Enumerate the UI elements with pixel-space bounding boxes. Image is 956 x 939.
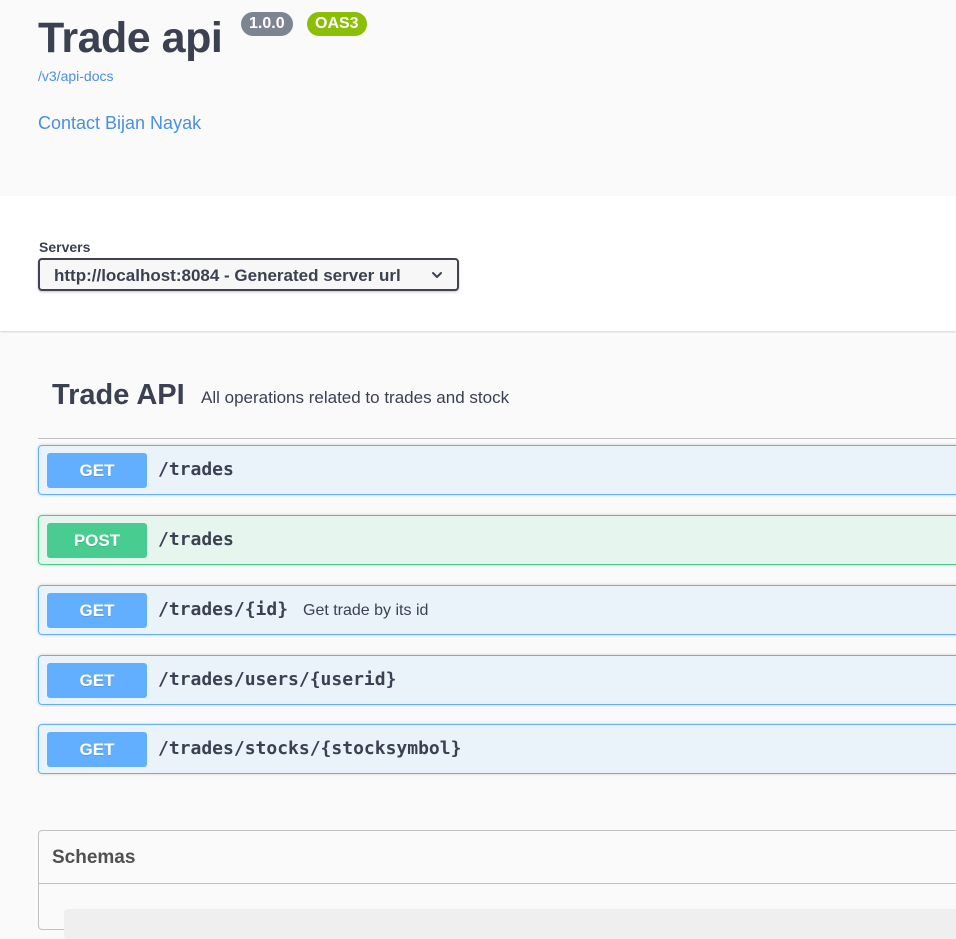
tag-description: All operations related to trades and sto… [201,388,510,407]
schema-model-box[interactable] [64,909,956,939]
operation-path: /trades/{id} [158,599,289,620]
operation-path: /trades/stocks/{stocksymbol} [158,738,462,759]
servers-container: Servers http://localhost:8084 - Generate… [0,196,956,331]
operation-path: /trades/users/{userid} [158,669,397,690]
method-badge: GET [47,663,147,698]
operation-path: /trades [158,459,234,480]
servers-select[interactable]: http://localhost:8084 - Generated server… [38,258,459,291]
oas-badge: OAS3 [307,12,367,36]
operation-summary: Get trade by its id [303,602,429,619]
chevron-down-icon [432,272,442,278]
operation-get-trades[interactable]: GET /trades [38,445,956,495]
version-badge: 1.0.0 [241,12,293,36]
operation-get-trade-by-id[interactable]: GET /trades/{id} Get trade by its id [38,585,956,635]
tag-header[interactable]: Trade API All operations related to trad… [38,360,956,439]
method-badge: POST [47,523,147,558]
method-badge: GET [47,453,147,488]
tag-name: Trade API [52,379,185,411]
operation-path: /trades [158,529,234,550]
schemas-header[interactable]: Schemas [39,831,956,884]
method-badge: GET [47,593,147,628]
page-title: Trade api [38,14,223,62]
info-section: Trade api 1.0.0 OAS3 /v3/api-docs Contac… [0,0,956,196]
operation-get-trades-by-stock[interactable]: GET /trades/stocks/{stocksymbol} [38,724,956,774]
method-badge: GET [47,732,147,767]
servers-label: Servers [39,239,91,255]
api-docs-link[interactable]: /v3/api-docs [38,68,113,84]
operation-get-trades-by-user[interactable]: GET /trades/users/{userid} [38,655,956,705]
servers-selected-value: http://localhost:8084 - Generated server… [54,266,401,285]
operation-post-trades[interactable]: POST /trades [38,515,956,565]
schemas-title: Schemas [52,847,136,868]
schemas-section: Schemas [38,830,956,939]
contact-link[interactable]: Contact Bijan Nayak [38,113,201,134]
